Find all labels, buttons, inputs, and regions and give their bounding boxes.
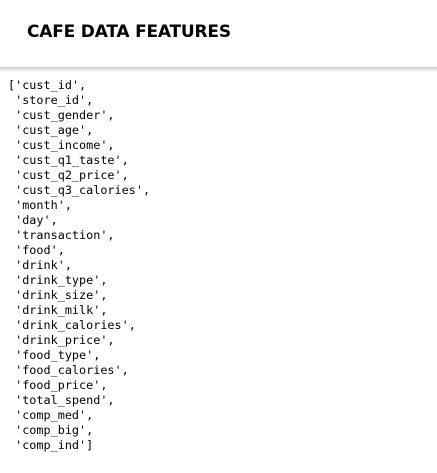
- output-line: 'cust_q3_calories',: [8, 183, 151, 197]
- markdown-cell[interactable]: CAFE DATA FEATURES: [0, 0, 437, 66]
- output-line: 'drink',: [8, 258, 72, 272]
- output-line: 'food',: [8, 243, 65, 257]
- code-output: ['cust_id', 'store_id', 'cust_gender', '…: [8, 78, 150, 453]
- output-line: 'drink_size',: [8, 288, 108, 302]
- output-line: 'drink_calories',: [8, 318, 136, 332]
- output-line: 'cust_q2_price',: [8, 168, 129, 182]
- cell-divider: [0, 67, 437, 72]
- output-line: 'food_price',: [8, 378, 108, 392]
- section-heading: CAFE DATA FEATURES: [27, 22, 231, 42]
- output-line: 'comp_big',: [8, 423, 94, 437]
- output-line: 'cust_age',: [8, 123, 94, 137]
- output-line: 'cust_gender',: [8, 108, 115, 122]
- output-line: 'month',: [8, 198, 72, 212]
- output-line: 'drink_milk',: [8, 303, 108, 317]
- output-line: 'comp_ind']: [8, 438, 94, 452]
- output-line: 'cust_income',: [8, 138, 115, 152]
- output-line: 'drink_price',: [8, 333, 115, 347]
- output-line: 'store_id',: [8, 93, 94, 107]
- output-line: 'total_spend',: [8, 393, 115, 407]
- output-line: 'transaction',: [8, 228, 115, 242]
- output-line: 'food_type',: [8, 348, 101, 362]
- output-line: ['cust_id',: [8, 78, 87, 92]
- output-line: 'comp_med',: [8, 408, 94, 422]
- output-line: 'drink_type',: [8, 273, 108, 287]
- output-line: 'food_calories',: [8, 363, 129, 377]
- output-line: 'cust_q1_taste',: [8, 153, 129, 167]
- output-line: 'day',: [8, 213, 58, 227]
